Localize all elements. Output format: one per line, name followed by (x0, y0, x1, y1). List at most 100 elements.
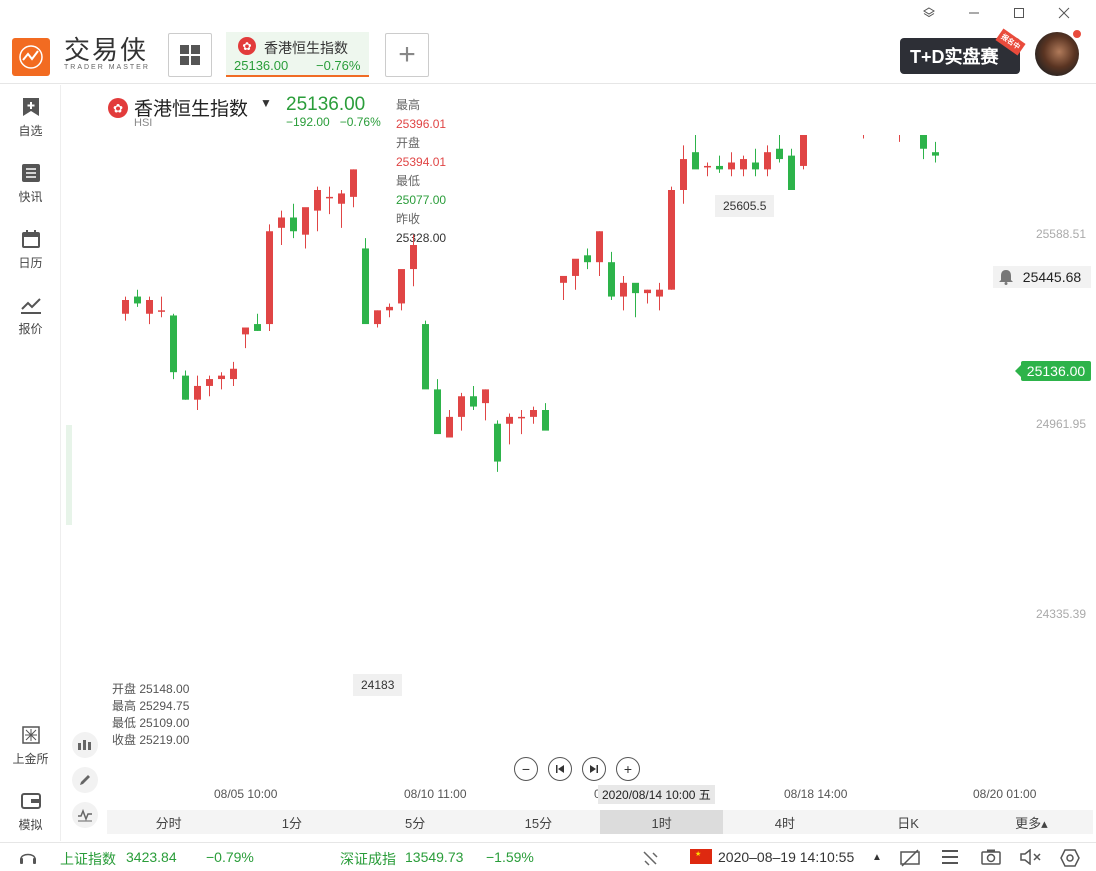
headset-icon[interactable] (18, 849, 38, 870)
indicator-button[interactable] (72, 732, 98, 758)
clock-datetime: 2020–08–19 14:10:55 (718, 849, 855, 865)
candle-body (752, 162, 759, 170)
period-1h[interactable]: 1时 (600, 810, 724, 834)
candle (932, 141, 939, 163)
last-price-tag: 25136.00 (1015, 361, 1091, 381)
candle-body (314, 190, 321, 211)
sidebar-item-news[interactable]: 快讯 (0, 163, 61, 205)
layers-icon[interactable] (906, 4, 951, 22)
period-4h[interactable]: 4时 (723, 810, 846, 834)
period-daily[interactable]: 日K (847, 810, 970, 834)
wave-tool-button[interactable] (72, 802, 98, 828)
candle-body (218, 375, 225, 380)
period-1m[interactable]: 1分 (230, 810, 353, 834)
step-forward-icon (590, 765, 598, 773)
candlestick-chart[interactable] (62, 135, 992, 685)
candle-body (134, 296, 141, 304)
candle-body (458, 396, 465, 417)
sidebar-item-watchlist[interactable]: 自选 (0, 97, 61, 139)
price-alert-tag[interactable]: 25445.68 (993, 266, 1091, 288)
mute-icon[interactable] (1020, 848, 1042, 868)
candle (692, 135, 699, 170)
td-contest-banner[interactable]: T+D实盘赛 报名中 (900, 28, 1026, 74)
trader-master-app: 交易侠 TRADER MASTER ✿ 香港恒生指数 25136.00 −0.7… (0, 0, 1096, 871)
banner-tag: 报名中 (995, 28, 1026, 56)
candle (122, 296, 129, 321)
period-tick[interactable]: 分时 (107, 810, 230, 834)
candle-body (410, 245, 417, 270)
step-forward-button[interactable] (582, 757, 606, 781)
candle (863, 135, 864, 139)
period-5m[interactable]: 5分 (354, 810, 477, 834)
sidebar-item-simulate[interactable]: 模拟 (0, 791, 61, 833)
index1-value: 3423.84 (126, 849, 177, 865)
candle (446, 410, 453, 438)
expand-caret-icon[interactable]: ▲ (872, 852, 882, 863)
candle-body (206, 379, 213, 386)
candle (350, 169, 357, 208)
no-screen-icon[interactable] (900, 849, 920, 870)
candle (518, 410, 525, 435)
candle-body (656, 289, 663, 297)
candle-body (800, 135, 807, 166)
minimize-icon[interactable] (951, 4, 996, 22)
candle-body (122, 300, 129, 314)
list-menu-icon[interactable] (941, 849, 959, 868)
candle-body (542, 410, 549, 431)
faded-history-band (66, 425, 72, 525)
candle (314, 186, 321, 232)
sidebar-item-exchange[interactable]: 上金所 (0, 725, 61, 767)
candle-body (266, 231, 273, 325)
candle-body (398, 269, 405, 304)
candle-body (158, 310, 165, 312)
settings-gear-icon[interactable] (1060, 849, 1080, 870)
network-icon[interactable] (641, 849, 661, 870)
x-tick-label: 08/18 14:00 (784, 787, 848, 801)
candle-body (764, 152, 771, 170)
period-15m[interactable]: 15分 (477, 810, 600, 834)
candle-body (374, 310, 381, 325)
index2-name[interactable]: 深证成指 (340, 849, 396, 869)
candle (608, 251, 615, 300)
zoom-out-button[interactable]: − (514, 757, 538, 781)
candle-body (350, 169, 357, 197)
candle-body (290, 217, 297, 232)
candle-body (620, 282, 627, 297)
high-label: 最高 (396, 98, 421, 112)
x-tick-label: 08/10 11:00 (404, 787, 467, 801)
candle-body (632, 282, 639, 294)
candle (728, 152, 735, 177)
add-tab-button[interactable]: + (385, 33, 429, 77)
zoom-in-button[interactable]: + (616, 757, 640, 781)
candle-body (170, 315, 177, 373)
max-price-callout: 25605.5 (715, 195, 775, 217)
notification-dot (1072, 29, 1082, 39)
maximize-icon[interactable] (996, 4, 1041, 22)
index1-pct: −0.79% (206, 849, 254, 865)
candle (668, 186, 675, 290)
candle (920, 135, 927, 160)
step-back-button[interactable] (548, 757, 572, 781)
grid-layout-button[interactable] (168, 33, 212, 77)
candle (290, 203, 297, 239)
candle-body (146, 300, 153, 314)
period-more[interactable]: 更多▴ (970, 810, 1093, 834)
tab-hsi[interactable]: ✿ 香港恒生指数 25136.00 −0.76% (226, 32, 369, 77)
candle-body (584, 255, 591, 263)
candle (182, 370, 189, 400)
camera-icon[interactable] (981, 849, 1001, 868)
instrument-dropdown-icon[interactable]: ▼ (260, 96, 272, 110)
candle-body (230, 368, 237, 380)
sidebar-item-quote[interactable]: 报价 (0, 295, 61, 337)
user-avatar[interactable] (1035, 32, 1079, 76)
candle-body (560, 275, 567, 283)
candle-body (446, 416, 453, 438)
index1-name[interactable]: 上证指数 (60, 849, 116, 869)
minus-icon: − (521, 761, 531, 777)
candle (800, 135, 807, 170)
ohlc-high: 最高 25294.75 (112, 699, 190, 713)
candle (218, 372, 225, 390)
close-icon[interactable] (1041, 4, 1086, 22)
candle (716, 155, 723, 173)
sidebar-item-calendar[interactable]: 日历 (0, 229, 61, 271)
